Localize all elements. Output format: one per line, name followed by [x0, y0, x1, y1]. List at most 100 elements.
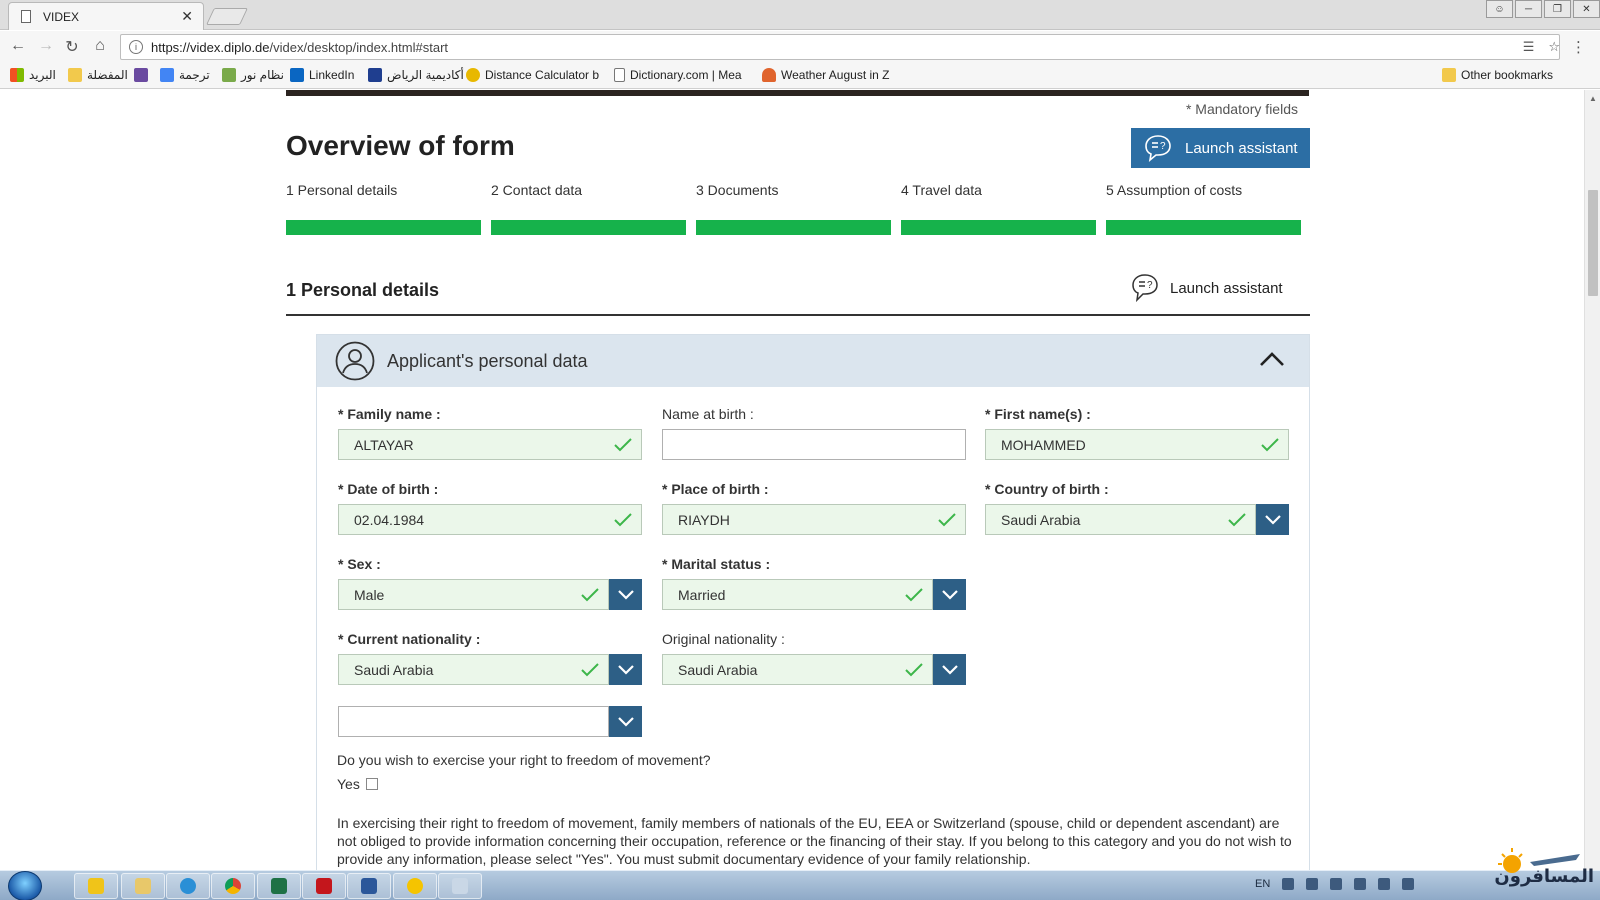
scroll-up-icon[interactable]: ▲: [1589, 94, 1597, 103]
additional-select-box[interactable]: [338, 706, 609, 737]
browser-tab[interactable]: VIDEX ✕: [8, 2, 204, 30]
dropdown-toggle[interactable]: [609, 579, 642, 610]
chevron-down-icon: [617, 589, 634, 600]
bookmark-item[interactable]: LinkedIn: [290, 68, 354, 82]
step-label: 5 Assumption of costs: [1106, 182, 1243, 198]
applicant-panel-header[interactable]: Applicant's personal data: [317, 335, 1309, 387]
volume-icon[interactable]: [1378, 878, 1391, 890]
taskbar-app[interactable]: [438, 873, 482, 899]
mandatory-note: * Mandatory fields: [1185, 101, 1298, 117]
taskbar-explorer[interactable]: [121, 873, 165, 899]
country-of-birth-label: * Country of birth :: [985, 481, 1109, 497]
taskbar-word[interactable]: [347, 873, 391, 899]
home-icon[interactable]: ⌂: [90, 37, 110, 55]
bookmark-item[interactable]: ترجمة: [160, 68, 210, 82]
step-assumption-of-costs[interactable]: 5 Assumption of costs: [1106, 182, 1301, 235]
first-names-label: * First name(s) :: [985, 406, 1091, 422]
step-contact-data[interactable]: 2 Contact data: [491, 182, 686, 235]
site-info-icon[interactable]: i: [129, 40, 143, 54]
taskbar-acrobat[interactable]: [302, 873, 346, 899]
yes-checkbox[interactable]: [365, 778, 378, 790]
bookmark-item[interactable]: Distance Calculator b: [466, 68, 599, 82]
family-name-input[interactable]: ALTAYAR: [338, 429, 642, 460]
weather-icon: [762, 68, 776, 82]
security-icon[interactable]: [1402, 878, 1415, 890]
translate-icon[interactable]: ☰: [1523, 39, 1535, 55]
tab-close-icon[interactable]: ✕: [181, 8, 193, 25]
date-of-birth-field: * Date of birth : 02.04.1984: [338, 481, 642, 535]
scrollbar-thumb[interactable]: [1588, 190, 1598, 296]
dropdown-toggle[interactable]: [933, 579, 966, 610]
marital-status-box[interactable]: Married: [662, 579, 933, 610]
browser-menu-icon[interactable]: ⋮: [1571, 38, 1586, 56]
step-documents[interactable]: 3 Documents: [696, 182, 891, 235]
dropdown-toggle[interactable]: [1256, 504, 1289, 535]
restore-button[interactable]: ❐: [1544, 0, 1571, 18]
sync-icon[interactable]: [1330, 878, 1343, 890]
bookmark-item[interactable]: نظام نور: [222, 68, 284, 82]
step-travel-data[interactable]: 4 Travel data: [901, 182, 1096, 235]
bookmark-item[interactable]: Weather August in Z: [762, 68, 890, 82]
marital-status-select[interactable]: Married: [662, 579, 966, 610]
address-bar[interactable]: i https://videx.diplo.de/videx/desktop/i…: [120, 34, 1560, 60]
network-icon[interactable]: [1306, 878, 1319, 890]
country-of-birth-box[interactable]: Saudi Arabia: [985, 504, 1256, 535]
bookmark-star-icon[interactable]: ☆: [1548, 39, 1560, 55]
section-assistant-link[interactable]: ? Launch assistant: [1130, 272, 1283, 304]
freedom-yes-option[interactable]: Yes: [337, 776, 378, 792]
minimize-button[interactable]: ─: [1515, 0, 1542, 18]
other-bookmarks[interactable]: Other bookmarks: [1442, 68, 1553, 82]
bookmark-item[interactable]: المفضلة: [68, 68, 128, 82]
bookmark-item[interactable]: Dictionary.com | Mea: [614, 68, 742, 82]
start-button[interactable]: [8, 871, 42, 900]
page-scrollbar[interactable]: ▲: [1584, 90, 1600, 870]
country-of-birth-select[interactable]: Saudi Arabia: [985, 504, 1289, 535]
marital-status-value: Married: [678, 586, 726, 603]
original-nationality-box[interactable]: Saudi Arabia: [662, 654, 933, 685]
signal-icon[interactable]: [1354, 878, 1367, 890]
taskbar-chrome[interactable]: [211, 873, 255, 899]
forward-icon[interactable]: →: [36, 37, 56, 55]
sex-box[interactable]: Male: [338, 579, 609, 610]
freedom-of-movement-note: In exercising their right to freedom of …: [337, 815, 1292, 867]
bookmark-item[interactable]: أكاديمية الرياض: [368, 68, 464, 82]
original-nationality-select[interactable]: Saudi Arabia: [662, 654, 966, 685]
reload-icon[interactable]: ↻: [62, 37, 82, 57]
current-nationality-select[interactable]: Saudi Arabia: [338, 654, 642, 685]
taskbar-ie[interactable]: [166, 873, 210, 899]
first-names-input[interactable]: MOHAMMED: [985, 429, 1289, 460]
watermark-text: المسافرون: [1494, 866, 1594, 887]
section-divider: [286, 314, 1310, 316]
taskbar-chat[interactable]: [393, 873, 437, 899]
chevron-up-icon[interactable]: [1259, 349, 1285, 369]
step-progress-bar: [286, 220, 481, 235]
chrome-tray-icon[interactable]: [1282, 878, 1295, 890]
first-names-field: * First name(s) : MOHAMMED: [985, 406, 1289, 460]
bookmark-item[interactable]: البريد: [10, 68, 56, 82]
dropdown-toggle[interactable]: [609, 654, 642, 685]
current-nationality-box[interactable]: Saudi Arabia: [338, 654, 609, 685]
place-of-birth-input[interactable]: RIAYDH: [662, 504, 966, 535]
language-indicator[interactable]: EN: [1255, 878, 1270, 890]
back-icon[interactable]: ←: [8, 37, 28, 55]
additional-select[interactable]: [338, 706, 642, 737]
step-label: 2 Contact data: [491, 182, 583, 198]
launch-assistant-button[interactable]: ? Launch assistant: [1131, 128, 1310, 168]
date-of-birth-input[interactable]: 02.04.1984: [338, 504, 642, 535]
taskbar-outlook[interactable]: [74, 873, 118, 899]
taskbar-excel[interactable]: [257, 873, 301, 899]
marital-status-field: * Marital status : Married: [662, 556, 966, 610]
dropdown-toggle[interactable]: [933, 654, 966, 685]
window-controls: ☺ ─ ❐ ✕: [1484, 0, 1600, 18]
new-tab-button[interactable]: [206, 8, 248, 25]
sex-select[interactable]: Male: [338, 579, 642, 610]
bookmark-item[interactable]: [134, 68, 148, 82]
step-personal-details[interactable]: 1 Personal details: [286, 182, 481, 235]
browser-titlebar: VIDEX ✕ ☺ ─ ❐ ✕: [0, 0, 1600, 30]
chrome-icon: [225, 878, 241, 894]
name-at-birth-label: Name at birth :: [662, 406, 754, 422]
name-at-birth-input[interactable]: [662, 429, 966, 460]
dropdown-toggle[interactable]: [609, 706, 642, 737]
close-window-button[interactable]: ✕: [1573, 0, 1600, 18]
profile-icon[interactable]: ☺: [1486, 0, 1513, 18]
